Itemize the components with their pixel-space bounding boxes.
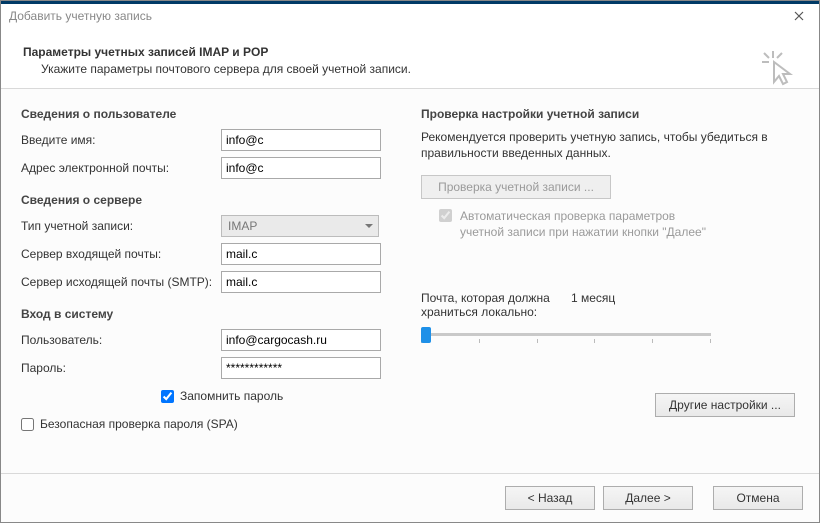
- server-info-heading: Сведения о сервере: [21, 193, 401, 207]
- window-title: Добавить учетную запись: [9, 9, 152, 23]
- remember-password-checkbox[interactable]: [161, 390, 174, 403]
- right-column: Проверка настройки учетной записи Рекоме…: [421, 107, 799, 463]
- test-heading: Проверка настройки учетной записи: [421, 107, 799, 121]
- back-button[interactable]: < Назад: [505, 486, 595, 510]
- keep-offline-slider[interactable]: [421, 325, 711, 345]
- cursor-click-icon: [759, 47, 799, 87]
- header: Параметры учетных записей IMAP и POP Ука…: [1, 27, 819, 88]
- incoming-server-input[interactable]: [221, 243, 381, 265]
- test-description: Рекомендуется проверить учетную запись, …: [421, 129, 799, 161]
- name-input[interactable]: [221, 129, 381, 151]
- email-label: Адрес электронной почты:: [21, 161, 221, 175]
- outgoing-server-label: Сервер исходящей почты (SMTP):: [21, 275, 221, 289]
- auto-test-checkbox: [439, 209, 452, 222]
- password-label: Пароль:: [21, 361, 221, 375]
- email-input[interactable]: [221, 157, 381, 179]
- chevron-down-icon: [364, 221, 374, 231]
- body: Сведения о пользователе Введите имя: Адр…: [1, 89, 819, 473]
- outgoing-server-input[interactable]: [221, 271, 381, 293]
- more-settings-button[interactable]: Другие настройки ...: [655, 393, 795, 417]
- left-column: Сведения о пользователе Введите имя: Адр…: [21, 107, 401, 463]
- footer: < Назад Далее > Отмена: [1, 473, 819, 522]
- keep-offline-label: Почта, которая должна храниться локально…: [421, 291, 571, 319]
- remember-password-label: Запомнить пароль: [180, 389, 283, 403]
- cancel-button[interactable]: Отмена: [713, 486, 803, 510]
- password-input[interactable]: [221, 357, 381, 379]
- close-button[interactable]: [779, 4, 819, 27]
- titlebar: Добавить учетную запись: [1, 1, 819, 27]
- account-type-label: Тип учетной записи:: [21, 219, 221, 233]
- user-info-heading: Сведения о пользователе: [21, 107, 401, 121]
- close-icon: [794, 11, 804, 21]
- add-account-window: Добавить учетную запись Параметры учетны…: [0, 0, 820, 523]
- slider-track: [421, 333, 711, 336]
- name-label: Введите имя:: [21, 133, 221, 147]
- next-button[interactable]: Далее >: [603, 486, 693, 510]
- page-title: Параметры учетных записей IMAP и POP: [23, 45, 797, 59]
- spa-checkbox[interactable]: [21, 418, 34, 431]
- account-type-value: IMAP: [228, 219, 257, 233]
- spa-label: Безопасная проверка пароля (SPA): [40, 417, 238, 431]
- keep-offline-value: 1 месяц: [571, 291, 615, 319]
- page-subtitle: Укажите параметры почтового сервера для …: [41, 62, 797, 76]
- slider-ticks: [421, 339, 711, 343]
- test-account-button[interactable]: Проверка учетной записи ...: [421, 175, 611, 199]
- incoming-server-label: Сервер входящей почты:: [21, 247, 221, 261]
- account-type-select[interactable]: IMAP: [221, 215, 379, 237]
- slider-thumb[interactable]: [421, 327, 431, 343]
- username-input[interactable]: [221, 329, 381, 351]
- keep-offline-block: Почта, которая должна храниться локально…: [421, 291, 799, 345]
- username-label: Пользователь:: [21, 333, 221, 347]
- login-heading: Вход в систему: [21, 307, 401, 321]
- auto-test-label: Автоматическая проверка параметров учетн…: [460, 209, 710, 240]
